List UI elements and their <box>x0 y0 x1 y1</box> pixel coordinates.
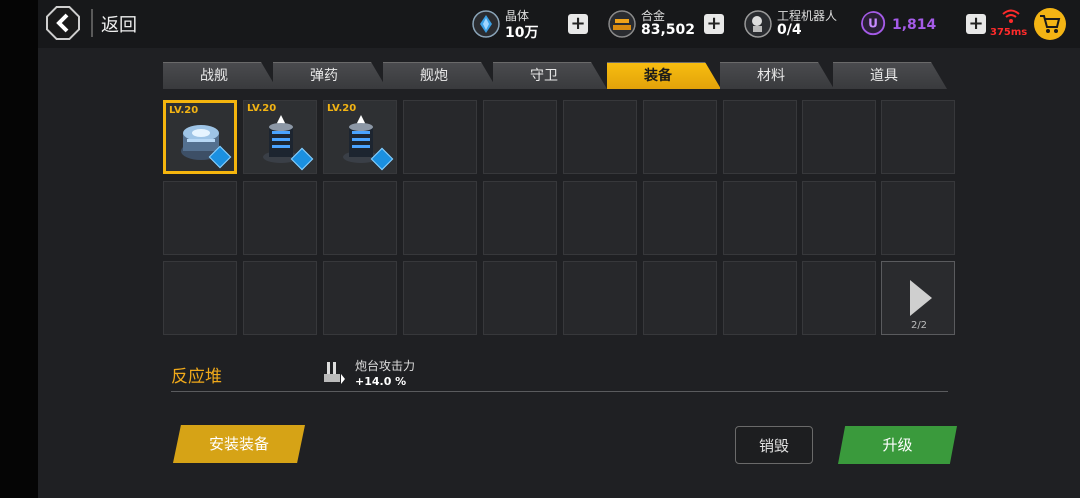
stat-value: +14.0 % <box>355 375 407 388</box>
resource-alloy: 合金 83,502 <box>608 6 708 42</box>
next-page-button[interactable]: 2/2 <box>881 261 955 335</box>
install-equipment-button[interactable]: 安装装备 <box>173 425 305 463</box>
play-arrow-icon <box>910 280 932 316</box>
inventory-slot[interactable]: LV.20 <box>323 100 397 174</box>
left-edge <box>0 0 38 498</box>
detail-divider <box>171 391 948 392</box>
resource-robot: 工程机器人 0/4 <box>744 6 854 42</box>
add-alloy-button[interactable]: + <box>704 14 724 34</box>
empty-slot[interactable] <box>723 100 797 174</box>
shop-button[interactable] <box>1034 8 1066 40</box>
tab-equipment[interactable]: 装备 <box>607 62 721 89</box>
tab-ammo[interactable]: 弹药 <box>273 62 387 89</box>
empty-slot[interactable] <box>881 181 955 255</box>
premium-value: 1,814 <box>892 17 937 33</box>
tab-items[interactable]: 道具 <box>833 62 947 89</box>
empty-slot[interactable] <box>483 181 557 255</box>
u-coin-icon: U <box>861 11 886 36</box>
empty-slot[interactable] <box>323 261 397 335</box>
tab-guards[interactable]: 守卫 <box>493 62 607 89</box>
wifi-icon <box>1002 9 1020 23</box>
empty-slot[interactable] <box>723 181 797 255</box>
empty-slot[interactable] <box>723 261 797 335</box>
stat-name: 炮台攻击力 <box>355 359 416 373</box>
empty-slot[interactable] <box>483 100 557 174</box>
tab-materials[interactable]: 材料 <box>720 62 834 89</box>
page-indicator: 2/2 <box>910 320 928 331</box>
upgrade-button[interactable]: 升级 <box>838 426 957 464</box>
empty-slot[interactable] <box>881 100 955 174</box>
empty-slot[interactable] <box>163 261 237 335</box>
robot-value: 0/4 <box>777 22 802 38</box>
crystal-value: 10万 <box>505 25 539 41</box>
alloy-icon <box>608 10 636 38</box>
resource-crystal: 晶体 10万 <box>472 6 572 42</box>
empty-slot[interactable] <box>163 181 237 255</box>
item-level: LV.20 <box>169 105 199 116</box>
empty-slot[interactable] <box>802 100 876 174</box>
chevron-left-icon <box>56 13 69 33</box>
inventory-slot[interactable]: LV.20 <box>163 100 237 174</box>
selected-item-name: 反应堆 <box>171 367 222 387</box>
empty-slot[interactable] <box>643 100 717 174</box>
add-crystal-button[interactable]: + <box>568 14 588 34</box>
empty-slot[interactable] <box>802 261 876 335</box>
robot-icon <box>744 10 772 38</box>
empty-slot[interactable] <box>323 181 397 255</box>
back-label[interactable]: 返回 <box>101 11 137 37</box>
empty-slot[interactable] <box>403 181 477 255</box>
crystal-icon <box>472 10 500 38</box>
empty-slot[interactable] <box>243 181 317 255</box>
inventory-grid: LV.20 LV.20 LV.20 2/2 <box>163 100 955 336</box>
resource-premium: U 1,814 <box>861 6 941 42</box>
header-separator <box>91 9 93 37</box>
empty-slot[interactable] <box>403 261 477 335</box>
inventory-slot[interactable]: LV.20 <box>243 100 317 174</box>
empty-slot[interactable] <box>563 100 637 174</box>
empty-slot[interactable] <box>563 181 637 255</box>
tab-guns[interactable]: 舰炮 <box>383 62 497 89</box>
svg-text:U: U <box>868 17 878 31</box>
empty-slot[interactable] <box>563 261 637 335</box>
destroy-button[interactable]: 销毁 <box>735 426 813 464</box>
empty-slot[interactable] <box>643 181 717 255</box>
turret-attack-icon <box>324 362 345 384</box>
empty-slot[interactable] <box>643 261 717 335</box>
cart-icon <box>1040 15 1061 33</box>
empty-slot[interactable] <box>243 261 317 335</box>
empty-slot[interactable] <box>802 181 876 255</box>
add-premium-button[interactable]: + <box>966 14 986 34</box>
ping-value: 375ms <box>990 27 1028 38</box>
empty-slot[interactable] <box>483 261 557 335</box>
tab-warships[interactable]: 战舰 <box>163 62 277 89</box>
empty-slot[interactable] <box>403 100 477 174</box>
alloy-value: 83,502 <box>641 22 696 38</box>
